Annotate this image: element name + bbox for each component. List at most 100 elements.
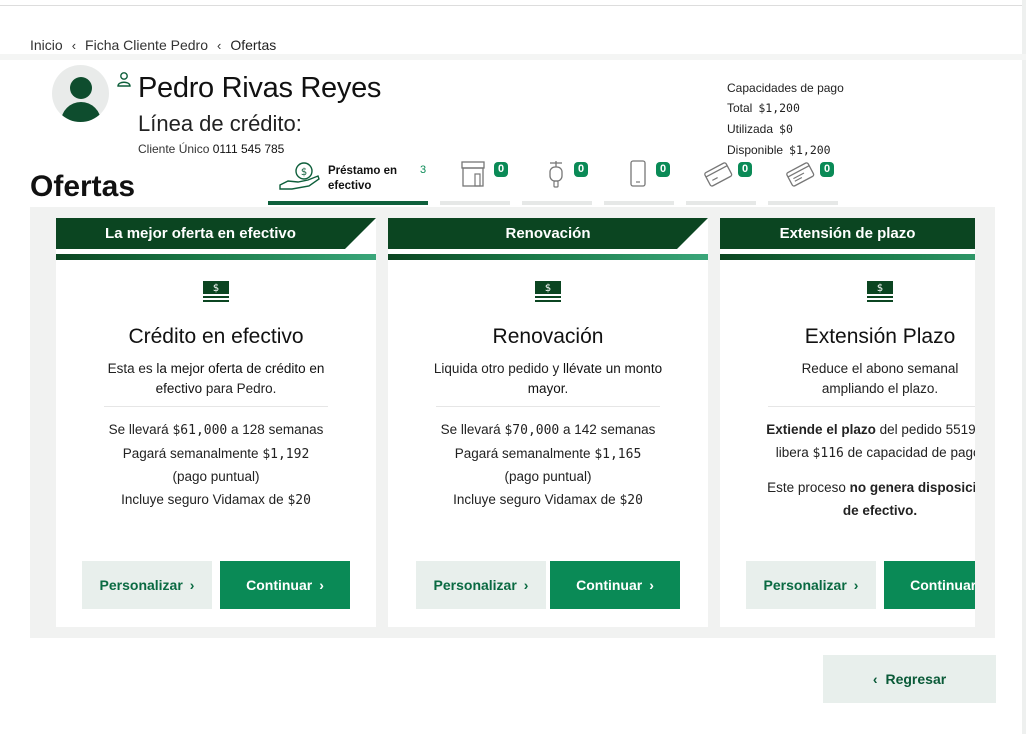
desc-text: para Pedro.	[202, 381, 277, 396]
continue-button[interactable]: Continuar›	[884, 561, 975, 609]
extend-line: Extiende el plazo del pedido 55192 y lib…	[760, 419, 975, 465]
text: Pagará semanalmente	[122, 445, 259, 461]
breadcrumb: Inicio ‹ Ficha Cliente Pedro ‹ Ofertas	[30, 37, 276, 53]
note-bold: no genera disposición de efectivo.	[842, 480, 975, 518]
tab-badge: 0	[656, 162, 670, 177]
breadcrumb-inicio[interactable]: Inicio	[30, 37, 63, 53]
takes-line: Se llevará $61,000 a 128 semanas	[66, 419, 366, 443]
breadcrumb-ficha-cliente[interactable]: Ficha Cliente Pedro	[85, 37, 208, 53]
capacity-value: $0	[779, 121, 793, 136]
svg-text:$: $	[877, 283, 883, 294]
card-stripe	[720, 254, 975, 260]
text: a 128 semanas	[231, 422, 324, 437]
svg-text:$: $	[213, 283, 219, 294]
card-title: Extensión Plazo	[804, 325, 956, 348]
card-description: Reduce el abono semanal ampliando el pla…	[801, 361, 959, 396]
punctual-line: (pago puntual)	[504, 469, 592, 484]
card-alt-icon	[786, 162, 815, 187]
text: Incluye seguro Vidamax de	[453, 491, 616, 507]
back-button[interactable]: ‹ Regresar	[823, 655, 996, 703]
chevron-left-icon: ‹	[71, 37, 77, 53]
tab-prestamo-efectivo[interactable]: $ Préstamo en efectivo 3	[268, 155, 428, 207]
insurance-line: Incluye seguro Vidamax de $20	[66, 489, 366, 513]
card-description: Liquida otro pedido y llévate un monto m…	[428, 359, 668, 399]
continue-button[interactable]: Continuar ›	[220, 561, 350, 609]
text: Este proceso	[767, 480, 850, 495]
button-label: Personalizar	[763, 577, 847, 593]
text: Se llevará	[440, 422, 501, 437]
divider	[436, 406, 660, 407]
note-line: Este proceso no genera disposición de ef…	[760, 477, 975, 522]
amount: $1,165	[594, 446, 642, 462]
store-icon	[461, 161, 485, 187]
button-label: Continuar	[246, 577, 313, 593]
money-icon: $	[203, 281, 229, 302]
capacity-row-total: Total $1,200	[727, 97, 844, 118]
client-id: Cliente Único 0111 545 785	[138, 142, 284, 156]
continue-button[interactable]: Continuar›	[550, 561, 680, 609]
chevron-right-icon: ›	[319, 577, 324, 593]
payment-capacity: Capacidades de pago Total $1,200 Utiliza…	[727, 81, 844, 160]
avatar-body	[61, 102, 101, 122]
tab-tarjeta-alt[interactable]: 0	[768, 155, 838, 207]
phone-icon	[630, 160, 646, 187]
tab-celular[interactable]: 0	[604, 155, 674, 207]
card-icon	[704, 162, 733, 187]
card-title: Crédito en efectivo	[128, 325, 304, 348]
hand-money-icon: $	[279, 162, 320, 190]
card-header: Extensión de plazo	[720, 218, 975, 249]
capacity-label: Utilizada	[727, 121, 774, 136]
button-label: Personalizar	[433, 577, 517, 593]
tab-tarjeta[interactable]: 0	[686, 155, 756, 207]
card-title: Renovación	[492, 325, 604, 348]
card-stripe	[388, 254, 708, 260]
tab-underline	[440, 201, 510, 205]
back-button-label: Regresar	[885, 671, 947, 687]
credit-line-label: Línea de crédito:	[138, 111, 302, 136]
amount: $61,000	[172, 423, 228, 438]
button-label: Continuar	[910, 577, 975, 593]
weekly-line: Pagará semanalmente $1,165	[398, 443, 698, 467]
card-details: Extiende el plazo del pedido 55192 y lib…	[760, 419, 975, 522]
tab-underline	[768, 201, 838, 205]
customize-button[interactable]: Personalizar ›	[82, 561, 212, 609]
money-icon: $	[867, 281, 893, 302]
header-band	[0, 54, 1026, 60]
capacity-row-used: Utilizada $0	[727, 118, 844, 139]
customize-button[interactable]: Personalizar ›	[416, 561, 546, 609]
top-border	[0, 5, 1026, 6]
weekly-line: Pagará semanalmente $1,192	[66, 443, 366, 467]
tab-tienda[interactable]: 0	[440, 155, 510, 207]
card-stripe	[56, 254, 376, 260]
avatar	[52, 65, 109, 122]
card-header: La mejor oferta en efectivo	[105, 225, 296, 242]
amount: $20	[619, 492, 643, 508]
offer-card-extension: Extensión de plazo $ Extensión Plazo Red…	[720, 218, 975, 627]
text: Incluye seguro Vidamax de	[121, 491, 284, 507]
handshake-icon[interactable]	[115, 71, 133, 89]
chevron-left-icon: ‹	[216, 37, 222, 53]
offer-card-efectivo: La mejor oferta en efectivo $ Crédito en…	[56, 218, 376, 627]
tab-underline	[268, 201, 428, 205]
tab-badge: 0	[820, 162, 834, 177]
divider	[768, 406, 975, 407]
capacity-label: Total	[727, 100, 753, 115]
capacity-value: $1,200	[758, 100, 800, 115]
tab-badge: 0	[738, 162, 752, 177]
chevron-right-icon: ›	[189, 577, 195, 593]
punctual-line: (pago puntual)	[172, 469, 260, 484]
card-details: Se llevará $61,000 a 128 semanas Pagará …	[66, 419, 366, 512]
amount: $70,000	[504, 423, 560, 438]
button-label: Personalizar	[99, 577, 183, 593]
tab-underline	[604, 201, 674, 205]
motorcycle-icon	[549, 161, 563, 188]
chevron-right-icon: ›	[649, 577, 654, 593]
takes-line: Se llevará $70,000 a 142 semanas	[398, 419, 698, 443]
chevron-right-icon: ›	[523, 577, 529, 593]
customize-button[interactable]: Personalizar ›	[746, 561, 876, 609]
tab-underline	[686, 201, 756, 205]
insurance-line: Incluye seguro Vidamax de $20	[398, 489, 698, 513]
tab-motocicleta[interactable]: 0	[522, 155, 592, 207]
text: Se llevará	[108, 422, 169, 437]
tab-count: 3	[420, 164, 427, 176]
